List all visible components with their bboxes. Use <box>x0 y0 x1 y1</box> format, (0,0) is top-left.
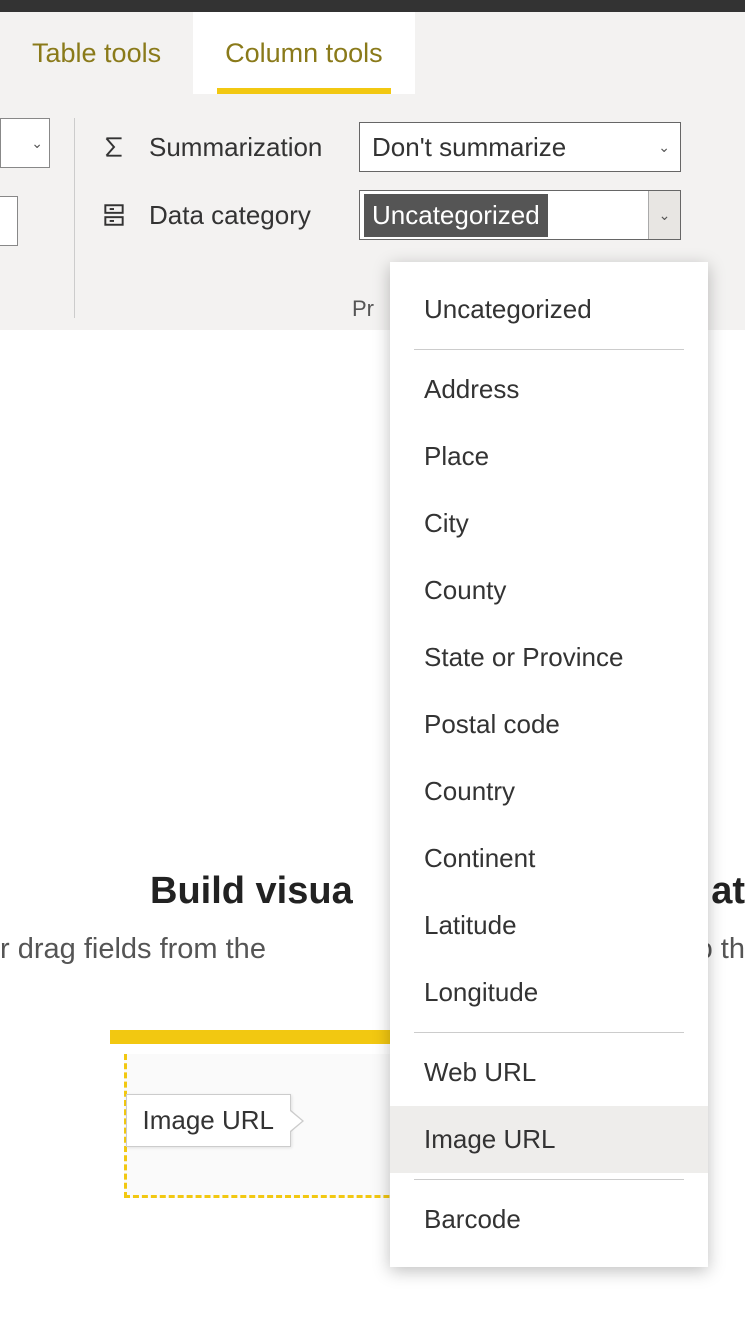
chevron-down-icon: ⌄ <box>658 139 670 156</box>
summarization-value: Don't summarize <box>372 132 566 163</box>
dropdown-separator <box>414 349 684 350</box>
dropdown-item[interactable]: Barcode <box>390 1186 708 1253</box>
canvas-title-left-partial: Build visua <box>0 870 353 913</box>
dropdown-item[interactable]: State or Province <box>390 624 708 691</box>
tab-column-tools[interactable]: Column tools <box>193 12 415 94</box>
tab-table-tools[interactable]: Table tools <box>0 12 193 94</box>
dropdown-item[interactable]: Address <box>390 356 708 423</box>
data-category-label: Data category <box>149 200 339 231</box>
summarization-row: Summarization Don't summarize ⌄ <box>99 122 681 172</box>
tab-label: Column tools <box>225 38 383 69</box>
sigma-icon <box>99 132 129 162</box>
truncated-dropdown[interactable]: ⌄ <box>0 118 50 168</box>
ribbon-left-fragment: ⌄ <box>0 118 50 246</box>
dropdown-item[interactable]: Web URL <box>390 1039 708 1106</box>
ribbon-tabstrip: Table tools Column tools <box>0 12 745 94</box>
dropdown-item[interactable]: Longitude <box>390 959 708 1026</box>
dropdown-item[interactable]: Uncategorized <box>390 276 708 343</box>
dropdown-separator <box>414 1179 684 1180</box>
ribbon-group-label-partial: Pr <box>352 296 374 322</box>
dropdown-item[interactable]: City <box>390 490 708 557</box>
dropdown-item[interactable]: Place <box>390 423 708 490</box>
window-titlebar-strip <box>0 0 745 12</box>
canvas-title-right-partial: at <box>711 870 745 913</box>
category-icon <box>99 200 129 230</box>
dropdown-separator <box>414 1032 684 1033</box>
summarization-select[interactable]: Don't summarize ⌄ <box>359 122 681 172</box>
dropdown-item[interactable]: Image URL <box>390 1106 708 1173</box>
dropdown-item[interactable]: Continent <box>390 825 708 892</box>
data-category-dropdown-menu: Uncategorized AddressPlaceCityCountyState… <box>390 262 708 1267</box>
canvas-subtitle-left-partial: r drag fields from the <box>0 933 266 966</box>
chevron-down-icon: ⌄ <box>31 135 43 152</box>
data-category-value: Uncategorized <box>364 194 548 237</box>
truncated-control[interactable] <box>0 196 18 246</box>
dropdown-item[interactable]: Postal code <box>390 691 708 758</box>
tab-label: Table tools <box>32 38 161 69</box>
data-category-row: Data category Uncategorized ⌄ <box>99 190 681 240</box>
chevron-down-icon: ⌄ <box>648 191 680 239</box>
dropdown-item[interactable]: Latitude <box>390 892 708 959</box>
ribbon-properties-group: Summarization Don't summarize ⌄ Data cat… <box>99 118 681 240</box>
data-category-select[interactable]: Uncategorized ⌄ <box>359 190 681 240</box>
ribbon-divider <box>74 118 75 318</box>
dropdown-item[interactable]: Country <box>390 758 708 825</box>
dropdown-item[interactable]: County <box>390 557 708 624</box>
summarization-label: Summarization <box>149 132 339 163</box>
drag-field-tooltip: Image URL <box>126 1094 292 1147</box>
